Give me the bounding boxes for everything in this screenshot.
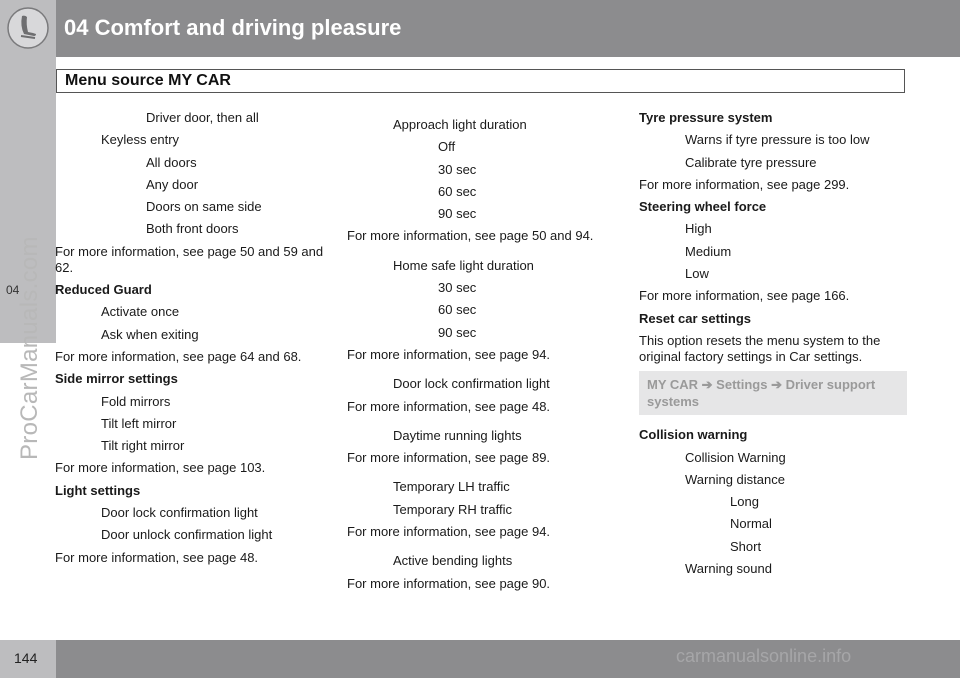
arrow-right-icon: ➔: [698, 377, 717, 393]
info-text: For more information, see page 48.: [347, 398, 551, 414]
menu-option: Both front doors: [146, 221, 239, 237]
section-heading: Reduced Guard: [55, 282, 152, 298]
section-title: Menu source MY CAR: [65, 72, 231, 89]
info-text: For more information, see page 299.: [639, 176, 850, 192]
content-column-1: Driver door, then all Keyless entry All do…: [55, 110, 327, 572]
menu-option: Off: [438, 139, 456, 155]
info-text: For more information, see page 89.: [347, 450, 551, 466]
info-text: For more information, see page 103.: [55, 460, 266, 476]
menu-option: Daytime running lights: [393, 427, 522, 443]
arrow-right-icon: ➔: [767, 377, 786, 393]
page-number: 144: [14, 650, 38, 666]
menu-option: 90 sec: [438, 324, 477, 340]
section-heading: Side mirror settings: [55, 371, 178, 387]
menu-path: MY CAR ➔ Settings ➔ Driver support syste…: [639, 371, 907, 416]
info-text: For more information, see page 50 and 94…: [347, 228, 594, 244]
menu-option: Door unlock confirmation light: [101, 527, 273, 543]
menu-option: Temporary RH traffic: [393, 501, 512, 517]
content-column-3: Tyre pressure system Warns if tyre pressu…: [639, 110, 907, 583]
menu-option: High: [685, 221, 712, 237]
menu-option: Collision Warning: [685, 449, 786, 465]
menu-path-item: Settings: [716, 377, 768, 393]
menu-option: Short: [730, 538, 762, 554]
section-heading: Tyre pressure system: [639, 110, 773, 125]
menu-option: Door lock confirmation light: [393, 376, 550, 392]
info-text: For more information, see page 90.: [347, 575, 551, 591]
menu-option: Tilt left mirror: [101, 415, 177, 431]
section-heading: Light settings: [55, 482, 141, 498]
chapter-title: 04 Comfort and driving pleasure: [64, 15, 402, 40]
menu-option: Medium: [685, 243, 732, 259]
footer-watermark: carmanualsonline.info: [676, 646, 852, 666]
menu-option: Any door: [146, 176, 199, 192]
menu-option: Driver door, then all: [146, 110, 259, 125]
section-heading: Steering wheel force: [639, 199, 767, 215]
content-column-2: Approach light duration Off 30 sec 60 sec 90…: [347, 110, 619, 598]
menu-option: 90 sec: [438, 206, 477, 222]
menu-option: Ask when exiting: [101, 326, 199, 342]
menu-option: Low: [685, 266, 709, 282]
menu-option: Temporary LH traffic: [393, 479, 510, 495]
menu-path-item: MY CAR: [647, 377, 699, 393]
seat-icon: [7, 7, 49, 49]
menu-option: Keyless entry: [101, 132, 180, 148]
info-text: For more information, see page 50 and 59…: [55, 243, 324, 275]
info-text: For more information, see page 166.: [639, 288, 850, 304]
menu-option: Long: [730, 494, 759, 510]
info-text: This option resets the menu system to th…: [639, 332, 881, 364]
menu-option: Warning distance: [685, 471, 785, 487]
menu-option: Activate once: [101, 304, 180, 320]
menu-option: 30 sec: [438, 161, 477, 177]
menu-option: Calibrate tyre pressure: [685, 154, 817, 170]
section-title-bar: Menu source MY CAR: [56, 69, 905, 93]
section-heading: Reset car settings: [639, 310, 751, 326]
menu-option: 60 sec: [438, 183, 477, 199]
menu-option: 30 sec: [438, 280, 477, 296]
menu-option: Fold mirrors: [101, 393, 171, 409]
side-watermark: ProCarManuals.com: [16, 236, 43, 460]
section-heading: Collision warning: [639, 427, 748, 443]
menu-option: Tilt right mirror: [101, 438, 185, 454]
menu-option: All doors: [146, 154, 197, 170]
info-text: For more information, see page 64 and 68…: [55, 348, 302, 364]
menu-option: Warns if tyre pressure is too low: [685, 132, 870, 148]
info-text: For more information, see page 94.: [347, 524, 551, 540]
menu-option: Doors on same side: [146, 199, 262, 215]
info-text: For more information, see page 94.: [347, 346, 551, 362]
menu-option: Approach light duration: [393, 117, 527, 132]
chapter-icon-box: [0, 0, 56, 57]
info-text: For more information, see page 48.: [55, 549, 259, 565]
menu-option: Door lock confirmation light: [101, 505, 258, 521]
chapter-header: 04 Comfort and driving pleasure: [0, 0, 960, 57]
menu-option: Normal: [730, 516, 772, 532]
menu-option: Warning sound: [685, 561, 772, 577]
menu-option: Home safe light duration: [393, 257, 534, 273]
menu-option: 60 sec: [438, 302, 477, 318]
menu-option: Active bending lights: [393, 553, 513, 569]
